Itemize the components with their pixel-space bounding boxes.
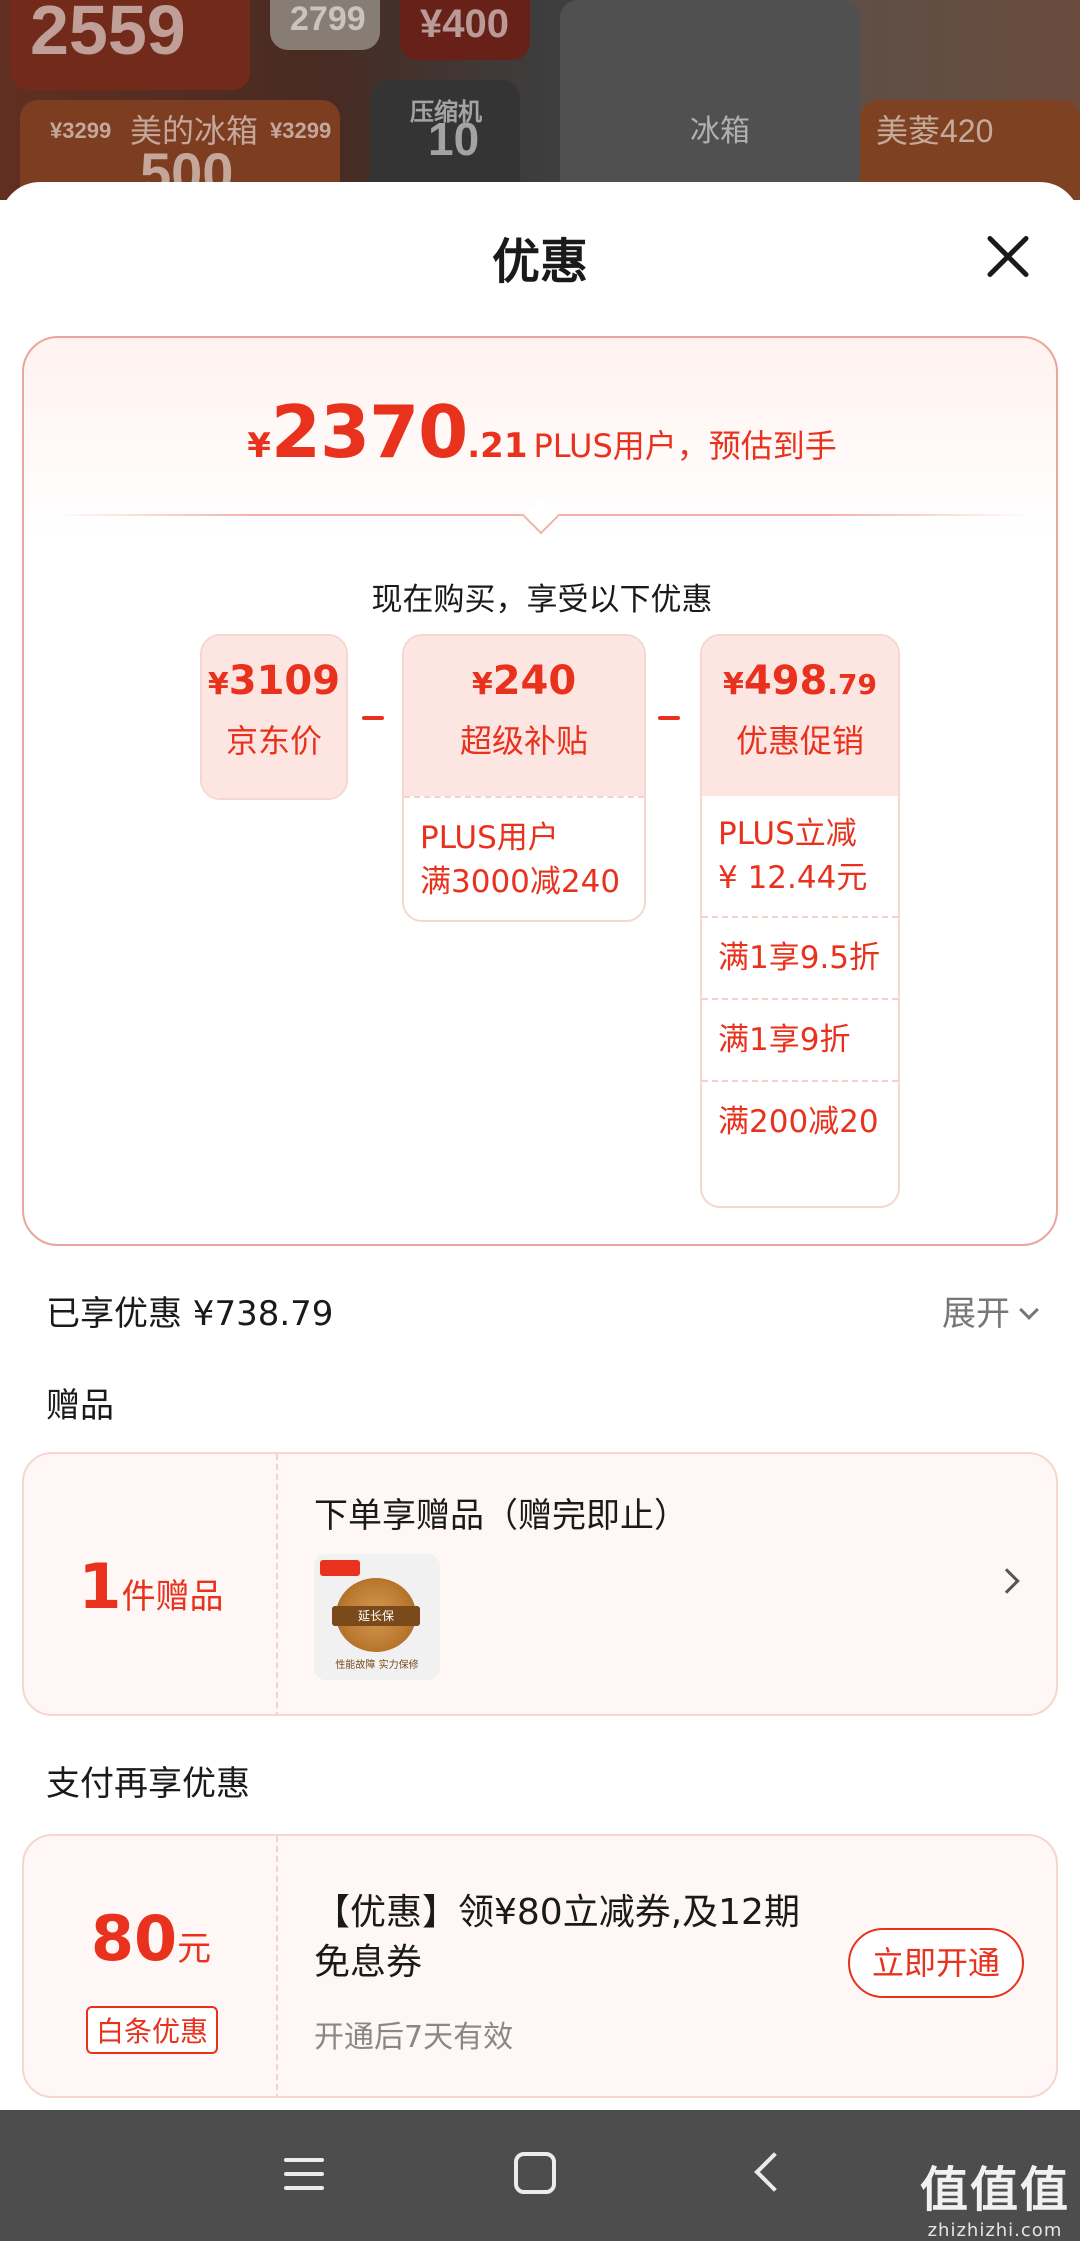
offer-title: 【优惠】领¥80立减券,及12期免息券 bbox=[314, 1892, 800, 1983]
discount-rule: 满1享9.5折 bbox=[702, 916, 898, 998]
column-label: 京东价 bbox=[225, 722, 322, 760]
thumb-caption: 性能故障 实力保修 bbox=[335, 1660, 419, 1671]
brand-logo-icon bbox=[320, 1560, 360, 1576]
jd-price-column: ¥3109 京东价 bbox=[200, 634, 348, 800]
column-amount: ¥498.79 bbox=[723, 658, 877, 704]
minus-sign bbox=[362, 716, 384, 720]
column-head: ¥3109 京东价 bbox=[202, 636, 346, 798]
column-label: 超级补贴 bbox=[459, 722, 588, 760]
watermark-logo: 值值值 bbox=[919, 2162, 1070, 2218]
gift-card[interactable]: 1件赠品 下单享赠品（赠完即止） 延长保 性能故障 实力保修 bbox=[22, 1452, 1058, 1716]
currency-symbol: ¥ bbox=[247, 426, 271, 466]
payment-offer-card: 80元 白条优惠 【优惠】领¥80立减券,及12期免息券 开通后7天有效 立即开… bbox=[22, 1834, 1058, 2098]
discount-sheet: 优惠 ¥2370.21 PLUS用户，预估到手 现在购买，享受以下优惠 ¥3109… bbox=[0, 182, 1080, 2110]
offer-value-panel: 80元 白条优惠 bbox=[24, 1836, 278, 2096]
column-amount: ¥240 bbox=[471, 658, 577, 704]
offer-validity: 开通后7天有效 bbox=[314, 2020, 514, 2055]
expand-label: 展开 bbox=[942, 1294, 1010, 1334]
bg-text: 2559 bbox=[30, 0, 186, 69]
column-label: 优惠促销 bbox=[735, 722, 864, 760]
chevron-right-icon[interactable] bbox=[994, 1568, 1020, 1594]
gift-thumbnail[interactable]: 延长保 性能故障 实力保修 bbox=[314, 1554, 440, 1680]
discount-rule: 满1享9折 bbox=[702, 998, 898, 1080]
offer-value: 80元 bbox=[90, 1902, 212, 1975]
subsidy-column: ¥240 超级补贴 PLUS用户 满3000减240 bbox=[402, 634, 646, 922]
gift-section-title: 赠品 bbox=[46, 1386, 114, 1426]
column-amount: ¥3109 bbox=[207, 658, 341, 704]
bg-text: 美菱420 bbox=[876, 113, 994, 149]
menu-icon[interactable] bbox=[284, 2154, 324, 2194]
price-description: PLUS用户，预估到手 bbox=[533, 427, 837, 465]
background-product-page: 2559 2799 ¥400 ¥3299 美的冰箱 ¥3299 500 压缩机 … bbox=[0, 0, 1080, 200]
thumb-band: 延长保 bbox=[332, 1606, 420, 1626]
bg-text: ¥400 bbox=[420, 2, 509, 46]
promotion-column: ¥498.79 优惠促销 PLUS立减 ¥ 12.44元 满1享9.5折 满1享… bbox=[700, 634, 900, 1208]
enjoyed-discount-total: 已享优惠 ¥738.79 bbox=[46, 1294, 334, 1334]
back-icon[interactable] bbox=[754, 2152, 794, 2192]
summary-subtitle: 现在购买，享受以下优惠 bbox=[371, 582, 713, 618]
minus-sign bbox=[658, 716, 680, 720]
column-head: ¥240 超级补贴 bbox=[404, 636, 644, 796]
system-navigation-bar bbox=[0, 2110, 1080, 2241]
pay-section-title: 支付再享优惠 bbox=[46, 1764, 250, 1804]
sheet-title: 优惠 bbox=[491, 234, 588, 290]
discount-rule: 满200减20 bbox=[702, 1080, 898, 1162]
discount-rule: PLUS立减 ¥ 12.44元 bbox=[718, 816, 868, 896]
site-watermark: 值值值 zhizhizhi.com bbox=[920, 2150, 1070, 2241]
price-summary-card: ¥2370.21 PLUS用户，预估到手 现在购买，享受以下优惠 ¥3109 京东… bbox=[22, 336, 1058, 1246]
activate-now-button[interactable]: 立即开通 bbox=[847, 1928, 1024, 1998]
bg-text: 10 bbox=[428, 113, 480, 165]
watermark-url: zhizhizhi.com bbox=[927, 2220, 1063, 2241]
gift-count-panel: 1件赠品 bbox=[24, 1454, 278, 1714]
price-decimal: .21 bbox=[467, 426, 528, 466]
estimated-price: ¥2370.21 PLUS用户，预估到手 bbox=[24, 390, 1060, 474]
close-icon[interactable] bbox=[978, 226, 1038, 286]
discount-rule: PLUS用户 满3000减240 bbox=[404, 796, 644, 920]
expand-button[interactable]: 展开 bbox=[942, 1286, 1039, 1335]
gift-title: 下单享赠品（赠完即止） bbox=[314, 1496, 688, 1536]
gift-count: 1件赠品 bbox=[78, 1550, 224, 1623]
bg-text: ¥3299 bbox=[270, 118, 332, 143]
column-head: ¥498.79 优惠促销 bbox=[702, 636, 898, 796]
bg-text: 2799 bbox=[290, 0, 366, 38]
home-icon[interactable] bbox=[514, 2152, 556, 2194]
price-integer: 2370 bbox=[270, 390, 468, 474]
baitiao-badge: 白条优惠 bbox=[86, 2006, 219, 2054]
divider-notch bbox=[522, 497, 560, 535]
bg-text: ¥3299 bbox=[50, 118, 112, 143]
bg-text: 冰箱 bbox=[690, 115, 750, 148]
chevron-down-icon bbox=[1019, 1300, 1039, 1320]
